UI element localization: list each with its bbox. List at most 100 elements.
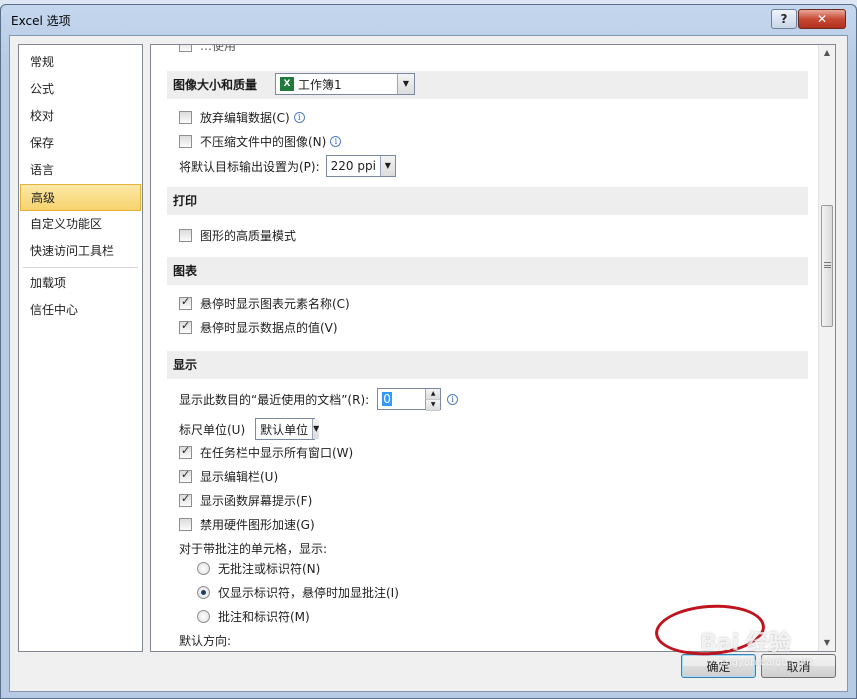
- excel-workbook-icon: X: [280, 77, 294, 91]
- ruler-units-label: 标尺单位(U): [179, 422, 246, 437]
- nav-item-customize-ribbon[interactable]: 自定义功能区: [19, 211, 142, 238]
- default-target-value: 220 ppi: [330, 159, 376, 173]
- show-all-windows-checkbox[interactable]: [179, 444, 192, 459]
- show-all-windows-label: 在任务栏中显示所有窗口(W): [200, 445, 354, 460]
- chevron-down-icon[interactable]: ▼: [379, 156, 395, 176]
- options-content-pane[interactable]: …使用 图像大小和质量 X 工作簿1 ▼ 放弃编辑数据(C) i 不压缩文件中的…: [150, 44, 836, 652]
- ruler-units-select[interactable]: 默认单位 ▼: [255, 418, 320, 440]
- option-discard-edit-data[interactable]: 放弃编辑数据(C) i: [179, 107, 305, 127]
- disable-hw-accel-label: 禁用硬件图形加速(G): [200, 517, 315, 532]
- option-high-quality-graphics[interactable]: 图形的高质量模式: [179, 225, 296, 245]
- radio-comments-and-indicators[interactable]: [197, 609, 210, 623]
- no-compress-checkbox[interactable]: [179, 134, 192, 148]
- show-formula-bar-label: 显示编辑栏(U): [200, 469, 279, 484]
- option-show-element-names[interactable]: 悬停时显示图表元素名称(C): [179, 293, 350, 313]
- section-print-title: 打印: [173, 194, 198, 208]
- comments-display-label: 对于带批注的单元格，显示:: [179, 541, 328, 556]
- show-formula-bar-checkbox[interactable]: [179, 468, 192, 483]
- nav-item-formulas[interactable]: 公式: [19, 76, 142, 103]
- comments-display-label-row: 对于带批注的单元格，显示:: [179, 538, 327, 558]
- scroll-up-icon[interactable]: ▲: [819, 45, 835, 61]
- nav-divider: [23, 267, 138, 268]
- section-display-title: 显示: [173, 358, 198, 372]
- option-radio-comments-and-indicators[interactable]: 批注和标识符(M): [197, 606, 310, 626]
- high-quality-checkbox[interactable]: [179, 228, 192, 242]
- default-target-select[interactable]: 220 ppi ▼: [325, 155, 396, 177]
- nav-item-save[interactable]: 保存: [19, 130, 142, 157]
- recent-docs-label: 显示此数目的“最近使用的文档”(R):: [179, 392, 370, 407]
- spin-down-icon[interactable]: ▼: [426, 400, 441, 411]
- chevron-down-icon[interactable]: ▼: [397, 74, 414, 94]
- scrollbar-thumb[interactable]: [821, 205, 833, 327]
- option-radio-no-comments[interactable]: 无批注或标识符(N): [197, 558, 320, 578]
- nav-item-trust-center[interactable]: 信任中心: [19, 297, 142, 324]
- workbook-select-value: 工作簿1: [298, 77, 342, 92]
- cut-off-checkbox[interactable]: [179, 45, 192, 52]
- default-direction-row: 默认方向:: [179, 630, 231, 650]
- workbook-select[interactable]: X 工作簿1 ▼: [275, 73, 415, 95]
- radio-indicator-only-label: 仅显示标识符，悬停时加显批注(I): [218, 585, 399, 600]
- excel-options-dialog: Excel 选项 ? ✕ 常规 公式 校对 保存 语言 高级 自定义功能区 快速…: [0, 4, 857, 699]
- section-display: 显示: [167, 351, 808, 379]
- discard-edit-checkbox[interactable]: [179, 110, 192, 124]
- section-chart: 图表: [167, 257, 808, 285]
- nav-item-quick-access[interactable]: 快速访问工具栏: [19, 238, 142, 265]
- option-show-function-tips[interactable]: 显示函数屏幕提示(F): [179, 490, 312, 510]
- close-button[interactable]: ✕: [798, 9, 846, 29]
- option-disable-hw-accel[interactable]: 禁用硬件图形加速(G): [179, 514, 315, 534]
- scroll-down-icon[interactable]: ▼: [819, 635, 835, 651]
- disable-hw-accel-checkbox[interactable]: [179, 517, 192, 531]
- option-ruler-units: 标尺单位(U) 默认单位 ▼: [179, 417, 320, 441]
- discard-edit-label: 放弃编辑数据(C): [200, 110, 290, 125]
- section-print: 打印: [167, 187, 808, 215]
- window-title: Excel 选项: [11, 14, 71, 28]
- cut-off-label: …使用: [200, 44, 237, 53]
- chevron-down-icon[interactable]: ▼: [312, 419, 320, 439]
- spin-up-icon[interactable]: ▲: [426, 389, 441, 400]
- section-image-size: 图像大小和质量: [167, 71, 808, 99]
- help-button[interactable]: ?: [771, 9, 797, 29]
- nav-item-language[interactable]: 语言: [19, 157, 142, 184]
- show-point-values-label: 悬停时显示数据点的值(V): [200, 320, 338, 335]
- cancel-button[interactable]: 取消: [761, 654, 836, 678]
- default-target-label: 将默认目标输出设置为(P):: [179, 159, 320, 174]
- default-direction-label: 默认方向:: [179, 633, 232, 648]
- option-show-formula-bar[interactable]: 显示编辑栏(U): [179, 466, 278, 486]
- high-quality-label: 图形的高质量模式: [200, 228, 297, 243]
- ruler-units-value: 默认单位: [260, 422, 309, 437]
- info-icon: i: [447, 393, 459, 405]
- options-nav: 常规 公式 校对 保存 语言 高级 自定义功能区 快速访问工具栏 加载项 信任中…: [18, 44, 143, 652]
- option-show-point-values[interactable]: 悬停时显示数据点的值(V): [179, 317, 338, 337]
- nav-item-addins[interactable]: 加载项: [19, 270, 142, 297]
- radio-indicator-only[interactable]: [197, 585, 210, 599]
- section-chart-title: 图表: [173, 264, 198, 278]
- info-icon: i: [293, 111, 305, 123]
- grip-icon: [824, 262, 831, 268]
- nav-item-advanced[interactable]: 高级: [20, 184, 141, 211]
- radio-no-comments[interactable]: [197, 561, 210, 575]
- show-function-tips-label: 显示函数屏幕提示(F): [200, 493, 313, 508]
- radio-no-comments-label: 无批注或标识符(N): [218, 561, 321, 576]
- option-recent-docs: 显示此数目的“最近使用的文档”(R): 0 ▲ ▼ i: [179, 387, 459, 411]
- show-element-names-label: 悬停时显示图表元素名称(C): [200, 296, 350, 311]
- vertical-scrollbar[interactable]: ▲ ▼: [818, 45, 835, 651]
- nav-item-proofing[interactable]: 校对: [19, 103, 142, 130]
- show-function-tips-checkbox[interactable]: [179, 492, 192, 507]
- title-bar: Excel 选项 ? ✕: [1, 5, 856, 35]
- section-image-size-title: 图像大小和质量: [173, 78, 258, 92]
- option-default-target: 将默认目标输出设置为(P): 220 ppi ▼: [179, 155, 396, 177]
- dialog-client-area: 常规 公式 校对 保存 语言 高级 自定义功能区 快速访问工具栏 加载项 信任中…: [9, 35, 848, 692]
- radio-comments-and-indicators-label: 批注和标识符(M): [218, 609, 310, 624]
- show-element-names-checkbox[interactable]: [179, 295, 192, 310]
- option-no-compress[interactable]: 不压缩文件中的图像(N) i: [179, 131, 342, 151]
- option-show-all-windows[interactable]: 在任务栏中显示所有窗口(W): [179, 442, 353, 462]
- show-point-values-checkbox[interactable]: [179, 319, 192, 334]
- option-radio-indicator-only[interactable]: 仅显示标识符，悬停时加显批注(I): [197, 582, 399, 602]
- nav-item-general[interactable]: 常规: [19, 49, 142, 76]
- recent-docs-value[interactable]: 0: [382, 392, 392, 406]
- cut-off-option-row: …使用: [179, 44, 237, 53]
- info-icon: i: [330, 135, 342, 147]
- ok-button[interactable]: 确定: [681, 654, 756, 678]
- recent-docs-spinner[interactable]: 0 ▲ ▼: [377, 388, 442, 411]
- no-compress-label: 不压缩文件中的图像(N): [200, 134, 327, 149]
